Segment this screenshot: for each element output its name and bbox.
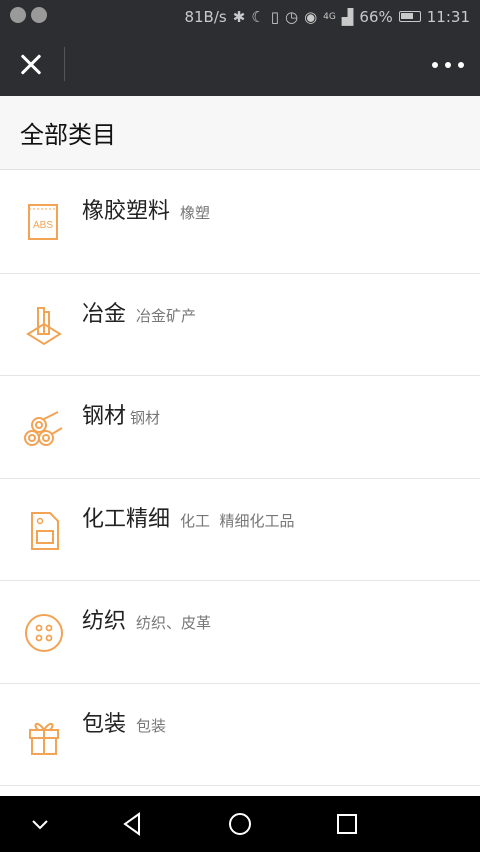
gift-box-icon xyxy=(29,722,59,755)
eye-icon: ◉ xyxy=(304,7,318,26)
nav-bar xyxy=(0,33,480,96)
close-icon[interactable] xyxy=(14,47,50,83)
page-header: 全部类目 xyxy=(0,96,480,170)
svg-text:ABS: ABS xyxy=(33,220,53,231)
recent-apps-icon[interactable] xyxy=(333,810,361,838)
signal-label: 4G xyxy=(323,11,336,22)
back-icon[interactable] xyxy=(119,810,147,838)
category-item-metallurgy[interactable]: 冶金 冶金矿产 xyxy=(0,274,480,376)
page-title: 全部类目 xyxy=(20,121,116,149)
alarm-icon: ◷ xyxy=(284,7,299,26)
category-subtitle: 钢材 xyxy=(130,409,161,427)
category-item-packaging[interactable]: 包装 包装 xyxy=(0,684,480,786)
chemical-bag-icon xyxy=(31,511,59,550)
category-subtitle: 化工 精细化工品 xyxy=(180,511,295,530)
category-item-textile[interactable]: 纺织 纺织、皮革 xyxy=(0,581,480,684)
app-notification-icon xyxy=(10,7,26,23)
moon-icon: ☾ xyxy=(251,7,265,26)
home-icon[interactable] xyxy=(226,810,254,838)
category-list: ABS 橡胶塑料 橡塑 冶金 冶金矿产 钢材 钢材 化工精细 化工 精细化工品 … xyxy=(0,171,480,796)
abs-sheet-icon: ABS xyxy=(28,204,58,240)
category-name: 化工精细 xyxy=(82,506,171,532)
clock: 11:31 xyxy=(426,7,470,26)
category-subtitle: 冶金矿产 xyxy=(136,306,197,325)
button-icon xyxy=(25,614,63,652)
category-subtitle: 橡塑 xyxy=(180,204,211,222)
category-name: 纺织 xyxy=(82,609,127,634)
battery-percent: 66% xyxy=(359,7,393,26)
battery-icon xyxy=(398,11,421,22)
status-bar: 81B/s ✱ ☾ ▯ ◷ ◉ 4G ▟ 66% 11:31 xyxy=(0,0,480,33)
category-subtitle: 纺织、皮革 xyxy=(136,614,212,632)
steel-pipes-icon xyxy=(24,411,63,446)
category-subtitle: 包装 xyxy=(136,716,167,735)
signal-icon: ▟ xyxy=(341,7,354,26)
bluetooth-icon: ✱ xyxy=(232,7,246,26)
system-nav-bar xyxy=(0,796,480,852)
vibrate-icon: ▯ xyxy=(270,7,279,26)
chat-notification-icon xyxy=(31,7,47,23)
more-options-icon[interactable] xyxy=(432,55,464,75)
category-name: 包装 xyxy=(82,711,127,737)
category-name: 钢材 xyxy=(82,404,127,429)
category-name: 橡胶塑料 xyxy=(82,199,171,224)
nav-divider xyxy=(64,47,65,81)
category-name: 冶金 xyxy=(82,301,127,327)
chevron-down-icon[interactable] xyxy=(26,810,54,838)
category-item-rubber-plastic[interactable]: ABS 橡胶塑料 橡塑 xyxy=(0,171,480,274)
network-speed: 81B/s xyxy=(184,7,227,26)
category-item-fine-chemicals[interactable]: 化工精细 化工 精细化工品 xyxy=(0,479,480,581)
metal-ingot-icon xyxy=(26,306,62,345)
category-item-steel[interactable]: 钢材 钢材 xyxy=(0,376,480,479)
